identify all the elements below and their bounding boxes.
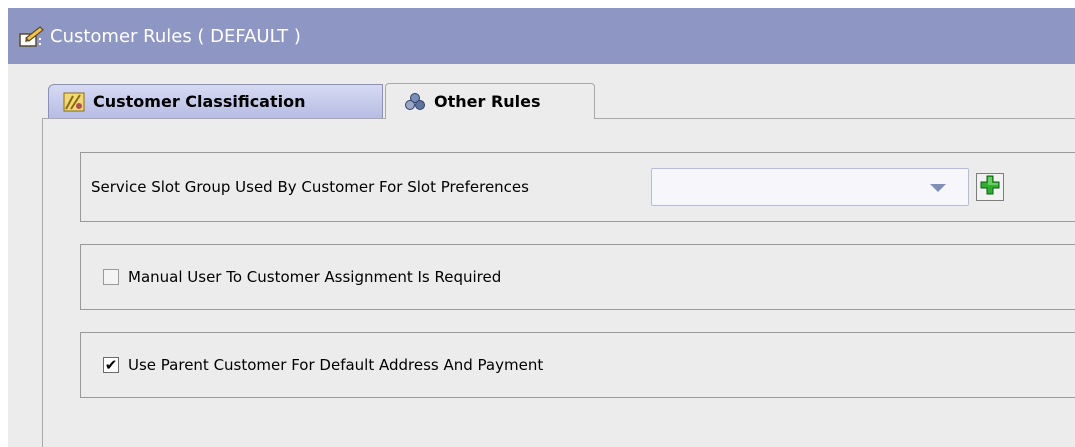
tab-label: Customer Classification <box>93 92 306 111</box>
checkmark-icon: ✔ <box>104 355 118 374</box>
tab-other-rules[interactable]: Other Rules <box>385 83 595 119</box>
chevron-down-icon[interactable] <box>930 184 946 192</box>
slot-group-label: Service Slot Group Used By Customer For … <box>91 178 529 196</box>
tab-customer-classification[interactable]: Customer Classification <box>48 84 383 118</box>
use-parent-section: ✔ Use Parent Customer For Default Addres… <box>80 332 1075 398</box>
rules-cluster-icon <box>404 92 426 112</box>
slot-group-select[interactable] <box>651 168 969 206</box>
window-title: Customer Rules ( DEFAULT ) <box>50 25 301 47</box>
classification-icon <box>63 92 85 112</box>
manual-assignment-label: Manual User To Customer Assignment Is Re… <box>128 268 502 286</box>
add-slot-group-button[interactable] <box>976 173 1004 201</box>
edit-document-icon <box>18 24 46 48</box>
manual-assignment-checkbox[interactable] <box>103 269 119 285</box>
use-parent-label: Use Parent Customer For Default Address … <box>128 356 544 374</box>
tab-label: Other Rules <box>434 92 541 111</box>
use-parent-checkbox[interactable]: ✔ <box>103 357 119 373</box>
manual-assignment-section: Manual User To Customer Assignment Is Re… <box>80 244 1075 310</box>
window-title-bar: Customer Rules ( DEFAULT ) <box>8 8 1075 64</box>
green-plus-icon <box>980 175 1000 199</box>
